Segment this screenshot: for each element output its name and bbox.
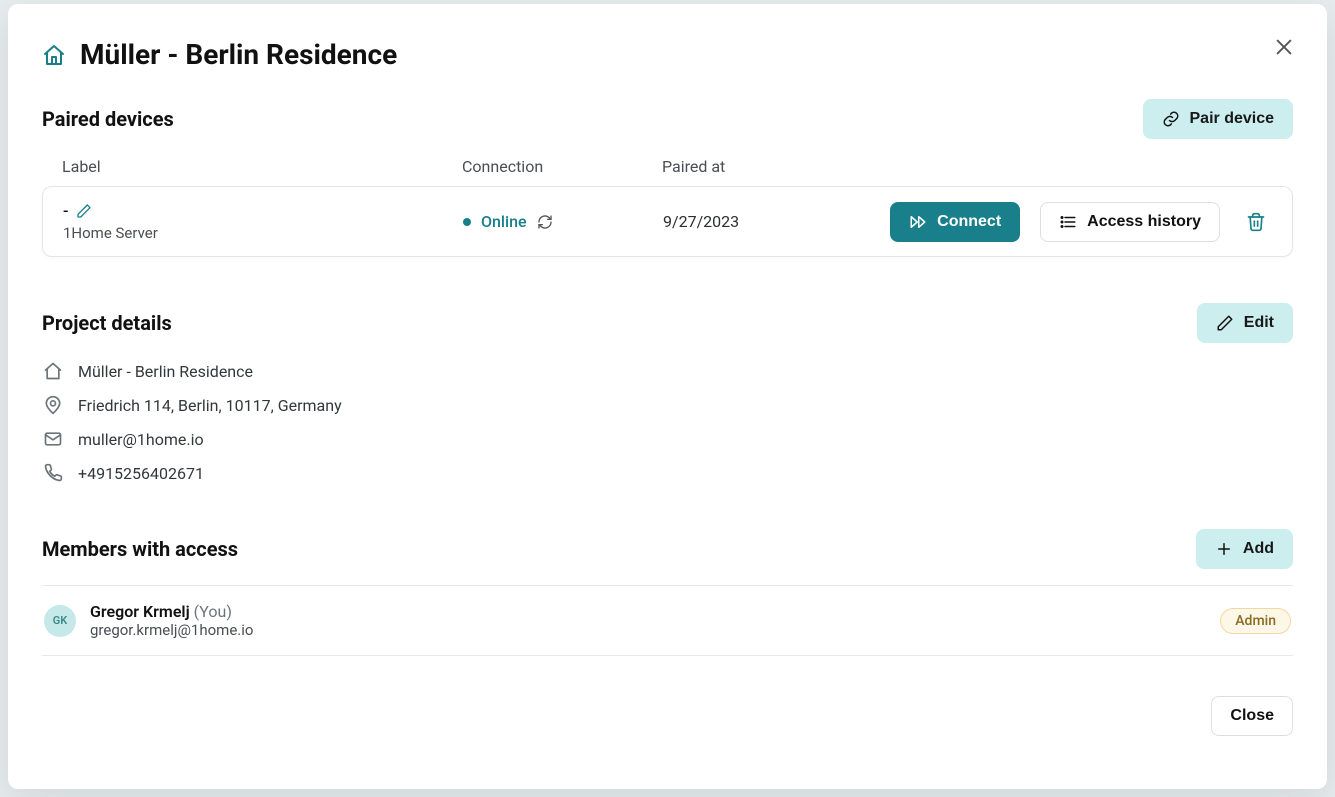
modal-header: Müller - Berlin Residence xyxy=(42,38,1293,71)
house-icon xyxy=(42,361,64,381)
delete-device-button[interactable] xyxy=(1240,206,1272,238)
device-type: 1Home Server xyxy=(63,224,463,242)
access-history-button[interactable]: Access history xyxy=(1040,202,1220,242)
detail-address: Friedrich 114, Berlin, 10117, Germany xyxy=(42,395,1293,415)
member-you-suffix: (You) xyxy=(194,602,232,621)
pair-device-button[interactable]: Pair device xyxy=(1143,99,1294,139)
phone-icon xyxy=(42,463,64,483)
col-label: Label xyxy=(62,157,462,176)
avatar: GK xyxy=(44,605,76,637)
detail-phone-value: +4915256402671 xyxy=(78,464,204,483)
members-section: Members with access Add GK Gregor Krmelj… xyxy=(42,529,1293,656)
modal-footer: Close xyxy=(42,696,1293,736)
detail-email: muller@1home.io xyxy=(42,429,1293,449)
detail-name-value: Müller - Berlin Residence xyxy=(78,362,253,381)
house-icon xyxy=(42,43,66,67)
member-row: GK Gregor Krmelj (You) gregor.krmelj@1ho… xyxy=(42,585,1293,656)
detail-email-value: muller@1home.io xyxy=(78,430,204,449)
member-name: Gregor Krmelj xyxy=(90,602,190,621)
map-pin-icon xyxy=(42,395,64,415)
detail-name: Müller - Berlin Residence xyxy=(42,361,1293,381)
access-history-label: Access history xyxy=(1087,213,1201,231)
pencil-icon xyxy=(1216,314,1234,332)
close-button-label: Close xyxy=(1230,707,1274,725)
add-member-button[interactable]: Add xyxy=(1196,529,1293,569)
role-badge: Admin xyxy=(1220,608,1291,634)
device-status: Online xyxy=(481,212,527,231)
pair-device-label: Pair device xyxy=(1190,110,1275,128)
edit-label-icon[interactable] xyxy=(76,203,92,219)
members-title: Members with access xyxy=(42,537,238,561)
project-modal: Müller - Berlin Residence Paired devices… xyxy=(8,4,1327,789)
project-details-title: Project details xyxy=(42,311,172,335)
connect-label: Connect xyxy=(937,213,1001,231)
close-icon[interactable] xyxy=(1269,32,1299,62)
col-connection: Connection xyxy=(462,157,662,176)
paired-devices-section: Paired devices Pair device Label Connect… xyxy=(42,99,1293,257)
status-dot-icon xyxy=(463,218,471,226)
paired-devices-title: Paired devices xyxy=(42,107,174,131)
list-icon xyxy=(1059,213,1077,231)
modal-title: Müller - Berlin Residence xyxy=(80,38,397,71)
detail-address-value: Friedrich 114, Berlin, 10117, Germany xyxy=(78,396,342,415)
envelope-icon xyxy=(42,429,64,449)
device-table-header: Label Connection Paired at xyxy=(42,157,1293,176)
project-details-section: Project details Edit Müller - Berlin Res… xyxy=(42,303,1293,483)
col-paired-at: Paired at xyxy=(662,157,862,176)
edit-label: Edit xyxy=(1244,314,1274,332)
edit-project-button[interactable]: Edit xyxy=(1197,303,1293,343)
add-label: Add xyxy=(1243,540,1274,558)
detail-phone: +4915256402671 xyxy=(42,463,1293,483)
plus-icon xyxy=(1215,540,1233,558)
fast-forward-icon xyxy=(909,213,927,231)
member-email: gregor.krmelj@1home.io xyxy=(90,621,253,639)
close-button[interactable]: Close xyxy=(1211,696,1293,736)
connect-button[interactable]: Connect xyxy=(890,202,1020,242)
refresh-icon[interactable] xyxy=(537,214,553,230)
link-icon xyxy=(1162,110,1180,128)
device-label: - xyxy=(63,201,68,220)
device-paired-at: 9/27/2023 xyxy=(663,212,863,231)
device-row: - 1Home Server Online 9/27/2023 xyxy=(42,186,1293,257)
